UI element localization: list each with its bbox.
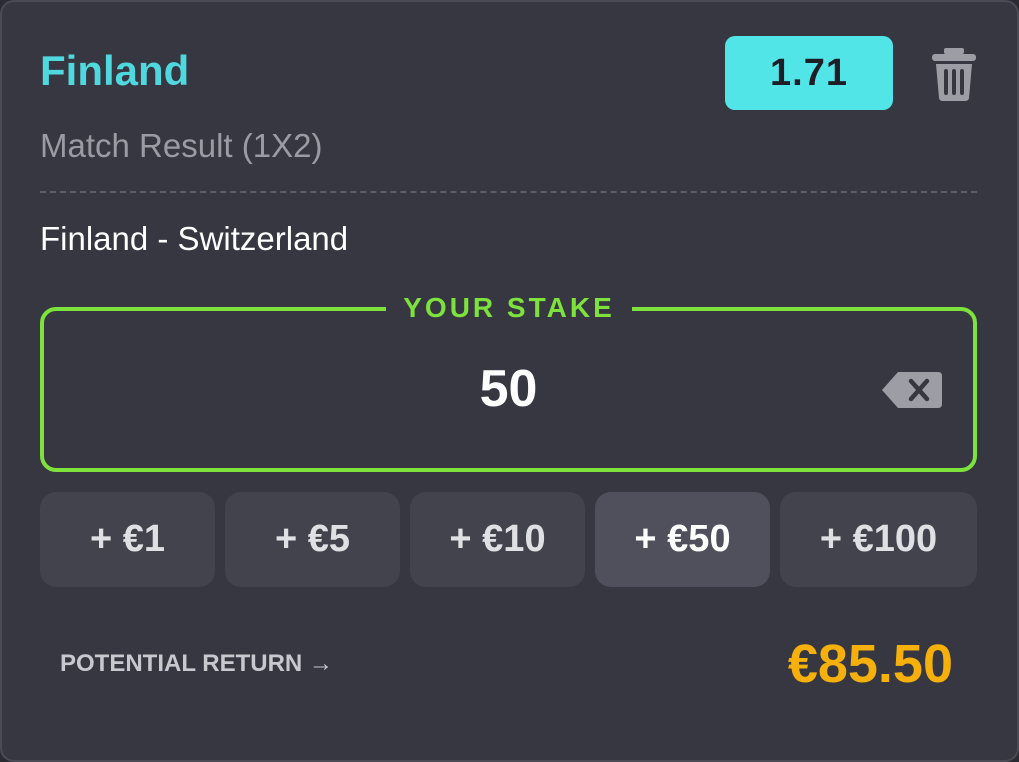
divider xyxy=(40,191,977,193)
quick-stake-100-button[interactable]: + €100 xyxy=(780,492,977,587)
selection-name: Finland xyxy=(40,47,190,94)
quick-stake-1-button[interactable]: + €1 xyxy=(40,492,215,587)
quick-stake-50-button[interactable]: + €50 xyxy=(595,492,770,587)
odds-badge: 1.71 xyxy=(725,36,893,110)
event-name: Finland - Switzerland xyxy=(40,220,349,257)
backspace-icon[interactable] xyxy=(880,368,944,412)
potential-return-value: €85.50 xyxy=(787,634,953,694)
stake-label: YOUR STAKE xyxy=(386,288,632,328)
stake-input[interactable]: 50 xyxy=(40,354,977,424)
bet-slip-card: Finland 1.71 Match Result (1X2) Finland … xyxy=(0,0,1019,762)
potential-return-label: POTENTIAL RETURN → xyxy=(60,650,333,677)
quick-stake-10-button[interactable]: + €10 xyxy=(410,492,585,587)
market-name: Match Result (1X2) xyxy=(40,127,323,164)
trash-icon[interactable] xyxy=(928,46,980,102)
quick-stake-5-button[interactable]: + €5 xyxy=(225,492,400,587)
